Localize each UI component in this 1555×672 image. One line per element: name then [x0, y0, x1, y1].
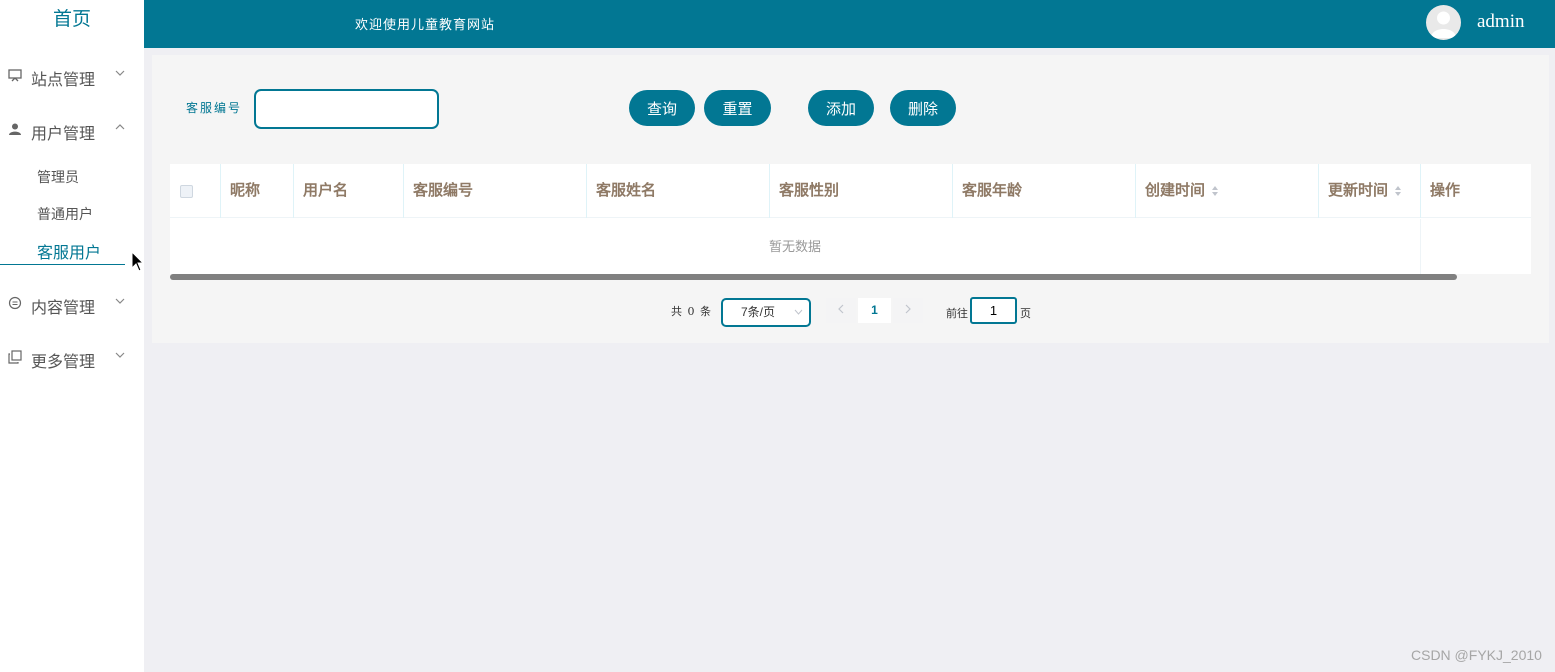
- column-label: 更新时间: [1328, 182, 1389, 199]
- sort-icon[interactable]: [1394, 185, 1402, 197]
- menu-more-management[interactable]: 更多管理: [0, 342, 144, 372]
- menu-content-management[interactable]: 内容管理: [0, 288, 144, 318]
- menu-site-management[interactable]: 站点管理: [0, 60, 144, 90]
- active-indicator: [0, 264, 125, 265]
- sidebar: 首页 站点管理 用户管理 管理员 普通用户 客服用户 内容管理 更多管理: [0, 0, 145, 672]
- pagination-total: 共 0 条: [671, 305, 712, 318]
- user-avatar-icon: [1431, 11, 1456, 38]
- chevron-down-icon: [115, 352, 125, 358]
- goto-unit: 页: [1020, 307, 1031, 320]
- reset-button[interactable]: 重置: [704, 90, 771, 126]
- menu-user-management[interactable]: 用户管理: [0, 114, 144, 144]
- table-header: 昵称 用户名 客服编号 客服姓名 客服性别 客服年龄 创建时间 更新时间 操作: [170, 164, 1531, 218]
- page-size-value: 7条/页: [741, 305, 776, 319]
- copy-icon: [8, 350, 22, 364]
- next-page-button[interactable]: [893, 298, 923, 323]
- add-button[interactable]: 添加: [808, 90, 874, 126]
- column-header: 客服姓名: [587, 164, 770, 218]
- message-icon: [8, 296, 22, 310]
- mouse-cursor-icon: [131, 251, 145, 272]
- column-header: 客服年龄: [953, 164, 1136, 218]
- submenu-admin[interactable]: 管理员: [37, 167, 79, 187]
- data-table: 昵称 用户名 客服编号 客服姓名 客服性别 客服年龄 创建时间 更新时间 操作 …: [170, 164, 1531, 274]
- menu-label: 更多管理: [31, 354, 96, 371]
- goto-page-input[interactable]: [970, 297, 1017, 324]
- content-panel: 客服编号 查询 重置 添加 删除 昵称 用户名 客服编号 客服姓名 客服性别 客…: [152, 55, 1549, 343]
- menu-label: 站点管理: [31, 72, 96, 89]
- column-header: 客服性别: [770, 164, 953, 218]
- column-header-created-time[interactable]: 创建时间: [1136, 164, 1319, 218]
- column-header: 操作: [1430, 182, 1461, 199]
- chevron-down-icon: [794, 309, 803, 315]
- chevron-up-icon: [115, 124, 125, 130]
- column-header-updated-time[interactable]: 更新时间: [1319, 164, 1421, 218]
- column-header: 客服编号: [404, 164, 587, 218]
- column-header: 用户名: [294, 164, 404, 218]
- query-button[interactable]: 查询: [629, 90, 695, 126]
- column-label: 创建时间: [1145, 182, 1206, 199]
- select-all-column: [170, 164, 221, 218]
- search-label: 客服编号: [186, 101, 243, 115]
- service-id-input[interactable]: [254, 89, 439, 129]
- submenu-normal-user[interactable]: 普通用户: [37, 204, 93, 224]
- username[interactable]: admin: [1477, 11, 1525, 33]
- prev-page-button[interactable]: [826, 298, 856, 323]
- submenu-service-user[interactable]: 客服用户: [37, 239, 101, 263]
- empty-text: 暂无数据: [768, 239, 821, 254]
- watermark: CSDN @FYKJ_2010: [1411, 647, 1542, 663]
- menu-label: 用户管理: [31, 126, 96, 143]
- sort-icon[interactable]: [1211, 185, 1219, 197]
- page-size-select[interactable]: 7条/页: [721, 298, 811, 327]
- goto-label: 前往: [946, 307, 968, 320]
- delete-button[interactable]: 删除: [890, 90, 956, 126]
- chevron-down-icon: [115, 70, 125, 76]
- chevron-down-icon: [115, 298, 125, 304]
- top-header: 欢迎使用儿童教育网站 admin: [144, 0, 1555, 48]
- avatar[interactable]: [1426, 5, 1461, 40]
- user-icon: [9, 123, 21, 135]
- select-all-checkbox[interactable]: [180, 185, 193, 198]
- chevron-left-icon: [838, 304, 844, 314]
- page-number-1[interactable]: 1: [858, 298, 891, 323]
- horizontal-scrollbar[interactable]: [170, 274, 1457, 280]
- chevron-right-icon: [905, 304, 911, 314]
- monitor-icon: [8, 69, 22, 82]
- welcome-text: 欢迎使用儿童教育网站: [355, 18, 496, 33]
- home-link[interactable]: 首页: [0, 0, 144, 42]
- menu-label: 内容管理: [31, 300, 96, 317]
- column-header: 昵称: [221, 164, 294, 218]
- operation-column: [1420, 219, 1531, 274]
